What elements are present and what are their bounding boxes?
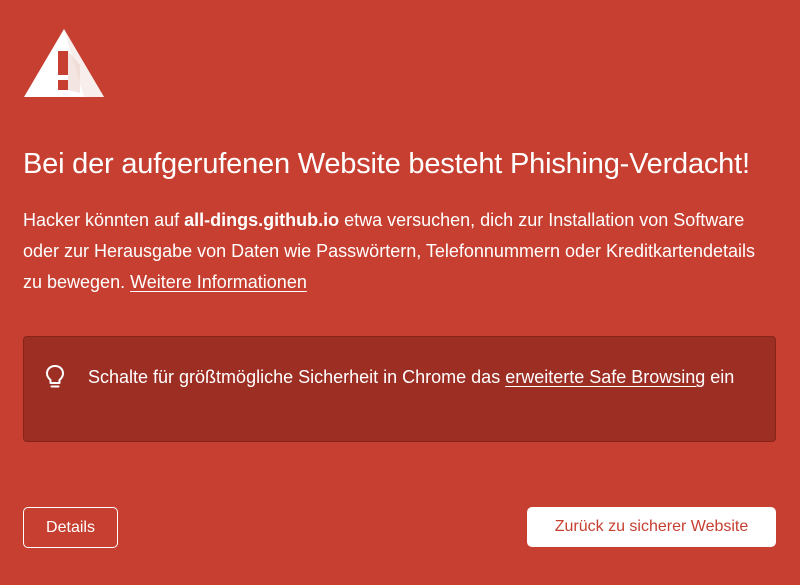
warning-triangle-icon (24, 29, 104, 97)
learn-more-link[interactable]: Weitere Informationen (130, 272, 307, 292)
page-title: Bei der aufgerufenen Website besteht Phi… (23, 148, 750, 180)
site-name: all-dings.github.io (184, 210, 340, 230)
interstitial-page: Bei der aufgerufenen Website besteht Phi… (0, 0, 800, 585)
back-to-safety-button[interactable]: Zurück zu sicherer Website (527, 507, 776, 547)
details-button[interactable]: Details (23, 507, 118, 548)
safe-browsing-text-before: Schalte für größtmögliche Sicherheit in … (88, 367, 506, 387)
explanation-text: Hacker könnten auf all-dings.github.io e… (23, 205, 763, 298)
enhanced-safe-browsing-link[interactable]: erweiterte Safe Browsing (505, 367, 705, 387)
explanation-part-1: Hacker könnten auf (23, 210, 185, 230)
lightbulb-icon (46, 365, 64, 388)
safe-browsing-panel: Schalte für größtmögliche Sicherheit in … (23, 336, 776, 442)
safe-browsing-text: Schalte für größtmögliche Sicherheit in … (88, 362, 758, 393)
safe-browsing-text-after: ein (705, 367, 735, 387)
